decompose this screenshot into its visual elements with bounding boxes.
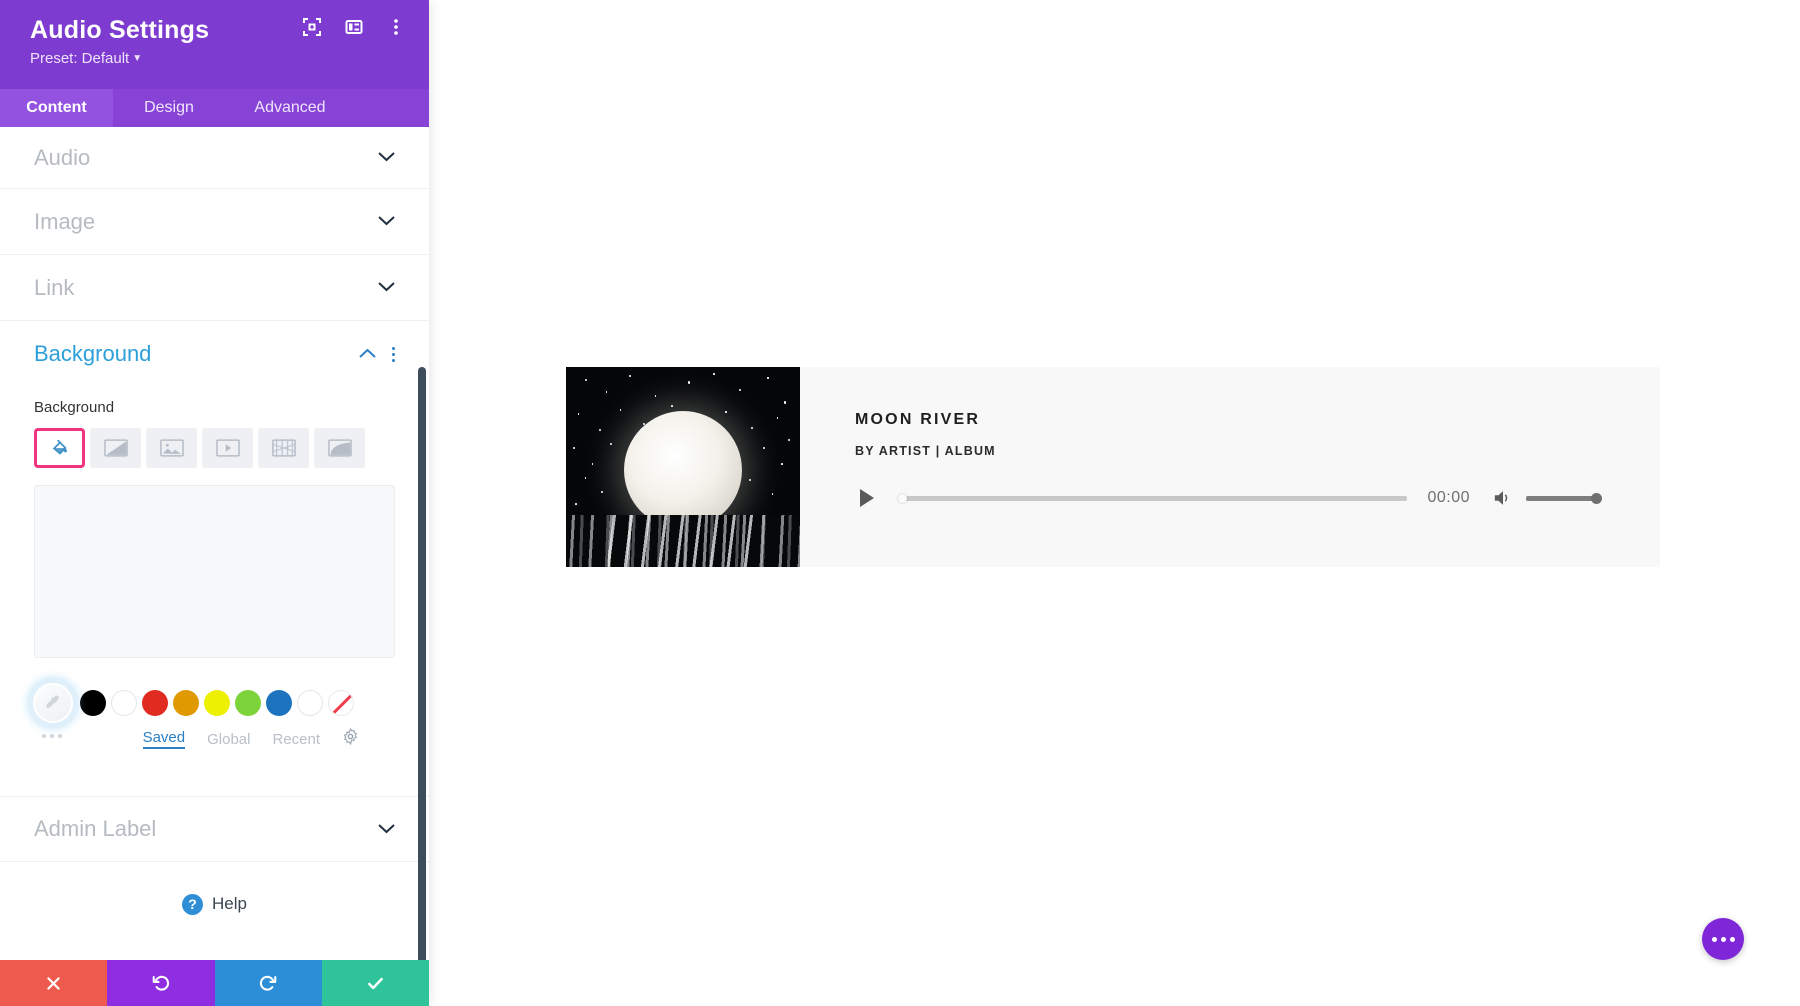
section-image-label: Image: [34, 208, 96, 234]
panel-body: Audio Image Link Background Background S…: [0, 127, 429, 960]
moon-graphic: [624, 411, 742, 529]
album-art: [566, 367, 800, 567]
swatch-white[interactable]: [111, 690, 137, 716]
swatch-green[interactable]: [235, 690, 261, 716]
tab-advanced[interactable]: Advanced: [225, 89, 355, 127]
section-background-controls: [359, 346, 395, 362]
check-icon: [367, 977, 383, 989]
panel-scrollbar[interactable]: [418, 367, 426, 960]
volume-slider[interactable]: [1526, 492, 1602, 504]
swatch-red[interactable]: [142, 690, 168, 716]
color-swatch-row: [33, 682, 395, 724]
redo-button[interactable]: [214, 960, 322, 1006]
undo-button[interactable]: [107, 960, 215, 1006]
close-icon: [47, 976, 60, 990]
panel-tabs: Content Design Advanced: [0, 89, 429, 127]
background-section-body: Background Saved Global Recent: [0, 387, 429, 768]
pattern-icon: [271, 439, 296, 457]
swatch-yellow[interactable]: [204, 690, 230, 716]
cancel-button[interactable]: [0, 960, 108, 1006]
section-admin-label[interactable]: Admin Label: [0, 796, 429, 862]
mask-icon: [327, 439, 352, 457]
background-mask-tab[interactable]: [314, 428, 365, 468]
preset-selector[interactable]: Preset: Default ▼: [30, 50, 407, 67]
layout-panel-icon[interactable]: [343, 16, 365, 38]
panel-header-icons: [301, 16, 407, 38]
help-button[interactable]: ? Help: [0, 862, 429, 946]
chevron-down-icon: ▼: [132, 53, 143, 64]
page-settings-fab[interactable]: [1702, 918, 1744, 960]
gradient-icon: [103, 439, 128, 457]
chevron-up-icon[interactable]: [359, 347, 376, 362]
tab-design[interactable]: Design: [113, 89, 225, 127]
swatch-blue[interactable]: [266, 690, 292, 716]
eyedropper-wrap: [26, 682, 80, 724]
section-audio[interactable]: Audio: [0, 127, 429, 189]
tab-content[interactable]: Content: [0, 89, 113, 127]
swatch-tab-recent[interactable]: Recent: [272, 731, 320, 748]
background-video-tab[interactable]: [202, 428, 253, 468]
focus-icon[interactable]: [301, 16, 323, 38]
section-link-label: Link: [34, 274, 75, 300]
more-swatches-icon[interactable]: [42, 734, 62, 738]
section-background[interactable]: Background: [0, 321, 429, 387]
play-button[interactable]: [855, 486, 879, 510]
audio-module[interactable]: MOON RIVER BY ARTIST | ALBUM 00:00: [566, 367, 1660, 567]
chevron-down-icon: [378, 214, 395, 229]
water-reflection: [566, 515, 800, 567]
eyedropper-icon: [46, 695, 59, 708]
player-controls: 00:00: [855, 486, 1602, 510]
swatch-transparent[interactable]: [328, 690, 354, 716]
redo-icon: [260, 975, 277, 991]
gear-icon[interactable]: [342, 727, 359, 750]
play-icon: [860, 489, 874, 507]
preset-label: Preset: Default: [30, 50, 130, 67]
progress-slider[interactable]: [898, 493, 1408, 503]
track-subtitle: BY ARTIST | ALBUM: [855, 444, 996, 458]
save-button[interactable]: [321, 960, 429, 1006]
track-title: MOON RIVER: [855, 411, 981, 428]
swatch-white-2[interactable]: [297, 690, 323, 716]
panel-header: Audio Settings Preset: Default ▼: [0, 0, 429, 89]
background-gradient-tab[interactable]: [90, 428, 141, 468]
audio-settings-panel: Audio Settings Preset: Default ▼ Content…: [0, 0, 429, 1006]
video-icon: [215, 439, 240, 457]
background-type-tabs: [34, 428, 395, 468]
section-options-icon[interactable]: [392, 346, 395, 362]
current-time: 00:00: [1427, 489, 1470, 506]
eyedropper-button[interactable]: [33, 683, 73, 723]
app-root: Audio Settings Preset: Default ▼ Content…: [0, 0, 1800, 1006]
section-image[interactable]: Image: [0, 189, 429, 255]
progress-handle[interactable]: [898, 493, 907, 503]
swatch-footer-tabs: Saved Global Recent: [142, 727, 395, 750]
panel-action-bar: [0, 960, 429, 1006]
swatch-black[interactable]: [80, 690, 106, 716]
swatch-tab-global[interactable]: Global: [207, 731, 250, 748]
chevron-down-icon: [378, 280, 395, 295]
section-background-label: Background: [34, 341, 152, 366]
more-vertical-icon[interactable]: [385, 16, 407, 38]
question-mark-icon: ?: [182, 893, 204, 915]
background-field-label: Background: [34, 399, 115, 416]
section-audio-label: Audio: [34, 144, 91, 170]
volume-handle[interactable]: [1591, 492, 1602, 504]
paint-bucket-icon: [52, 439, 67, 455]
swatch-tab-saved[interactable]: Saved: [142, 729, 186, 749]
background-color-tab[interactable]: [34, 428, 85, 468]
image-icon: [159, 439, 184, 457]
section-link[interactable]: Link: [0, 255, 429, 321]
chevron-down-icon: [378, 822, 395, 837]
color-picker-canvas[interactable]: [34, 485, 395, 658]
swatch-orange[interactable]: [173, 690, 199, 716]
volume-icon[interactable]: [1492, 488, 1514, 508]
section-admin-label-text: Admin Label: [34, 816, 157, 841]
player-details: MOON RIVER BY ARTIST | ALBUM 00:00: [800, 367, 1660, 567]
help-label: Help: [212, 894, 247, 913]
undo-icon: [152, 975, 169, 991]
background-pattern-tab[interactable]: [258, 428, 309, 468]
page-canvas: MOON RIVER BY ARTIST | ALBUM 00:00: [429, 0, 1800, 1006]
background-image-tab[interactable]: [146, 428, 197, 468]
chevron-down-icon: [378, 150, 395, 165]
